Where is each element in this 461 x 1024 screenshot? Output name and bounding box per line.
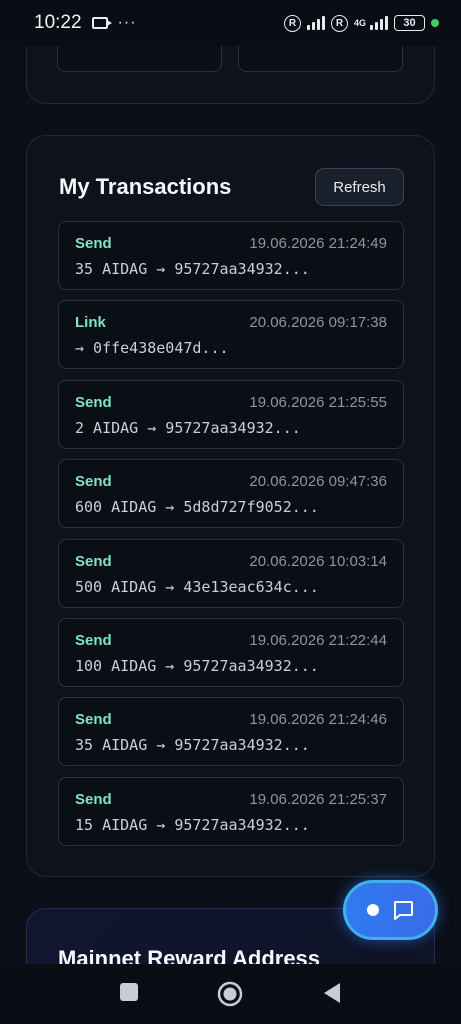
- online-dot-icon: [366, 904, 379, 916]
- system-nav-bar: [0, 964, 461, 1024]
- refresh-button[interactable]: Refresh: [315, 168, 404, 206]
- transaction-item[interactable]: Send 19.06.2026 21:22:44 100 AIDAG → 95727…: [58, 617, 404, 687]
- transaction-detail: 35 AIDAG → 95727aa34932...: [75, 736, 310, 755]
- transactions-title: My Transactions: [59, 174, 232, 199]
- transaction-detail: 35 AIDAG → 95727aa34932...: [75, 260, 310, 278]
- transaction-detail: 15 AIDAG → 95727aa34932...: [75, 815, 310, 834]
- transactions-list: Send 19.06.2026 21:24:49 35 AIDAG → 95727a…: [58, 221, 404, 856]
- video-camera-icon: [91, 17, 112, 29]
- transaction-item[interactable]: Send 20.06.2026 10:03:14 500 AIDAG → 43e13…: [58, 538, 404, 608]
- roaming-icon-2: R: [330, 14, 348, 32]
- transaction-item[interactable]: Link 20.06.2026 09:17:38 → 0ffe438e047d...: [58, 300, 404, 370]
- signal-icon-2: [370, 16, 388, 30]
- transaction-detail: 600 AIDAG → 5d8d727f9052...: [75, 498, 319, 517]
- transaction-type: Send: [75, 711, 112, 729]
- transaction-date: 19.06.2026 21:22:44: [249, 631, 387, 649]
- transaction-type: Link: [75, 314, 106, 332]
- transaction-date: 19.06.2026 21:25:55: [249, 393, 387, 411]
- network-type-label: 4G: [353, 17, 366, 28]
- transaction-detail: 500 AIDAG → 43e13eac634c...: [75, 577, 319, 596]
- status-left: 10:22 ···: [34, 12, 137, 34]
- transactions-card: My Transactions Refresh Send 19.06.2026 2…: [26, 135, 435, 877]
- transaction-detail: 2 AIDAG → 95727aa34932...: [75, 418, 301, 437]
- chat-fab-button[interactable]: [343, 880, 438, 940]
- transaction-date: 19.06.2026 21:24:49: [249, 235, 387, 252]
- status-bar: 10:22 ··· R R 4G 30: [0, 0, 461, 46]
- transaction-type: Send: [75, 790, 112, 808]
- transaction-item[interactable]: Send 19.06.2026 21:25:37 15 AIDAG → 95727a…: [58, 776, 404, 846]
- square-icon[interactable]: [119, 982, 139, 1002]
- transaction-type: Send: [75, 552, 112, 570]
- transaction-item[interactable]: Send 20.06.2026 09:47:36 600 AIDAG → 5d8d7…: [58, 459, 404, 529]
- circle-home-icon[interactable]: [217, 981, 243, 1007]
- triangle-back-icon[interactable]: [322, 982, 342, 1004]
- transaction-type: Send: [75, 393, 112, 411]
- transaction-item[interactable]: Send 19.06.2026 21:24:49 35 AIDAG → 95727a…: [58, 221, 404, 290]
- transaction-item[interactable]: Send 19.06.2026 21:25:55 2 AIDAG → 95727aa…: [58, 379, 404, 449]
- more-dots-icon: ···: [117, 14, 137, 31]
- transaction-date: 20.06.2026 09:17:38: [249, 314, 387, 332]
- transaction-date: 20.06.2026 09:47:36: [249, 473, 387, 491]
- chat-bubble-icon: [393, 901, 413, 920]
- transaction-type: Send: [75, 631, 112, 649]
- battery-icon: 30: [394, 15, 425, 31]
- transaction-detail: → 0ffe438e047d...: [75, 339, 229, 358]
- status-time: 10:22: [34, 12, 82, 33]
- signal-icon: [306, 16, 325, 30]
- transaction-type: Send: [75, 235, 112, 252]
- transaction-date: 19.06.2026 21:25:37: [249, 790, 387, 808]
- transaction-type: Send: [75, 473, 112, 491]
- roaming-icon: R: [283, 14, 301, 32]
- transaction-item[interactable]: Send 19.06.2026 21:24:46 35 AIDAG → 95727a…: [58, 697, 404, 767]
- transaction-detail: 100 AIDAG → 95727aa34932...: [75, 656, 319, 675]
- privacy-indicator-dot: [431, 19, 439, 27]
- transaction-date: 19.06.2026 21:24:46: [249, 711, 387, 729]
- status-right: R R 4G 30: [283, 14, 439, 32]
- transaction-date: 20.06.2026 10:03:14: [249, 552, 387, 570]
